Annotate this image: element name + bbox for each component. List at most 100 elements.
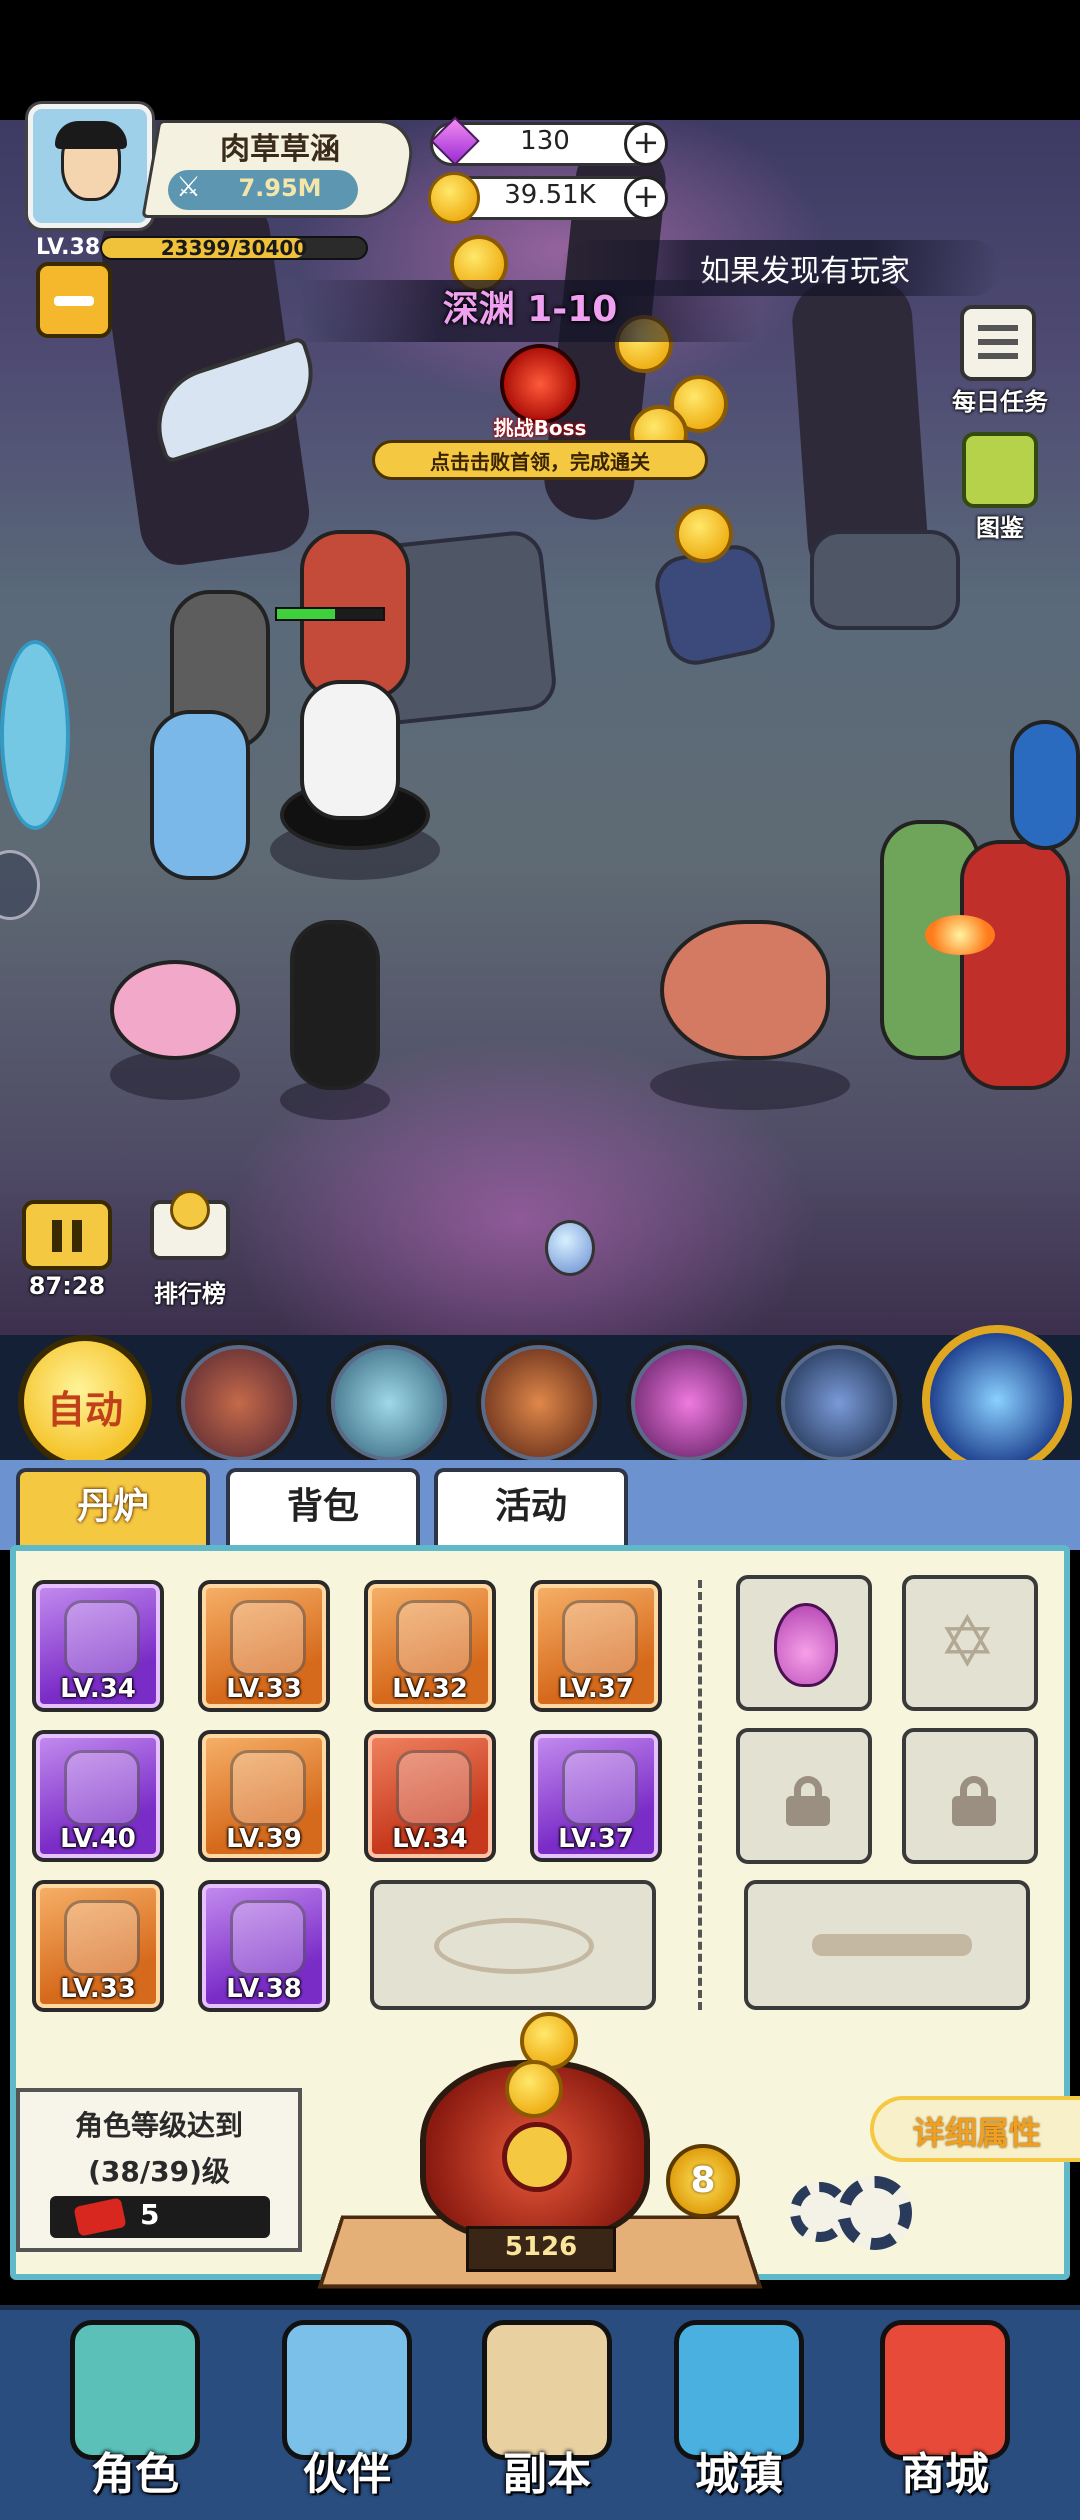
- equipment-slot[interactable]: LV.37: [530, 1730, 662, 1862]
- collapse-button[interactable]: [36, 262, 112, 338]
- nav-character[interactable]: 角色: [50, 2310, 220, 2510]
- enemy-beast: [660, 920, 830, 1060]
- nav-label: 副本: [503, 2449, 591, 2500]
- battle-timer: 87:28: [28, 1272, 106, 1300]
- gold-value: 39.51K: [504, 180, 596, 210]
- skill-tornado-icon[interactable]: [476, 1340, 602, 1466]
- rock: [810, 530, 960, 630]
- equipment-level: LV.37: [558, 1674, 634, 1704]
- requirement-value: (38/39)级: [88, 2155, 230, 2188]
- add-gems-button[interactable]: +: [624, 122, 668, 166]
- tab-furnace[interactable]: 丹炉: [16, 1468, 210, 1546]
- detail-attributes-label: 详细属性: [912, 2114, 1041, 2152]
- bracelet-icon: [64, 1900, 140, 1976]
- equipment-level: LV.33: [60, 1974, 136, 2004]
- nav-shop[interactable]: 商城: [860, 2310, 1030, 2510]
- equipment-slot[interactable]: LV.34: [32, 1580, 164, 1712]
- ally-hp-bar: [275, 607, 385, 621]
- nav-partner[interactable]: 伙伴: [262, 2310, 432, 2510]
- tab-activity[interactable]: 活动: [434, 1468, 628, 1546]
- gold-coin: [505, 2060, 563, 2118]
- player-name: 肉草草涵: [220, 132, 340, 167]
- clipboard-icon[interactable]: [960, 305, 1036, 381]
- weapon-slot[interactable]: [744, 1880, 1030, 2010]
- nav-label: 城镇: [695, 2449, 783, 2500]
- furnace-level: 5126: [504, 2232, 578, 2262]
- tab-backpack[interactable]: 背包: [226, 1468, 420, 1546]
- spirit-orb: [545, 1220, 595, 1276]
- skill-dragon-icon[interactable]: [326, 1340, 452, 1466]
- equipment-level: LV.37: [558, 1824, 634, 1854]
- locked-slot[interactable]: [902, 1728, 1038, 1864]
- equipment-slot[interactable]: LV.39: [198, 1730, 330, 1862]
- ticket-count: 5: [140, 2198, 160, 2231]
- talisman-slot[interactable]: [370, 1880, 656, 2010]
- nav-label: 商城: [901, 2449, 989, 2500]
- gear-icon[interactable]: [838, 2176, 912, 2250]
- lock-icon: [786, 1776, 830, 1826]
- equipment-slot[interactable]: LV.32: [364, 1580, 496, 1712]
- enemy-mage: [1010, 720, 1080, 850]
- equipment-level: LV.34: [60, 1674, 136, 1704]
- skill-slash-icon[interactable]: [626, 1340, 752, 1466]
- add-gold-button[interactable]: +: [624, 176, 668, 220]
- pending-count: 8: [690, 2160, 716, 2201]
- status-bar: [0, 0, 1080, 120]
- pending-badge[interactable]: 8: [666, 2144, 740, 2218]
- equipment-level: LV.33: [226, 1674, 302, 1704]
- auto-battle-button[interactable]: 自动: [18, 1335, 152, 1469]
- equipment-slot[interactable]: LV.38: [198, 1880, 330, 2012]
- detail-attributes-button[interactable]: 详细属性: [870, 2096, 1080, 2162]
- crystal-armor-icon: [396, 1600, 472, 1676]
- equipment-level: LV.32: [392, 1674, 468, 1704]
- equipment-slot[interactable]: LV.37: [530, 1580, 662, 1712]
- pause-button[interactable]: [22, 1200, 112, 1270]
- spear-icon: [64, 1600, 140, 1676]
- gold-coin: [675, 505, 733, 563]
- nav-town[interactable]: 城镇: [654, 2310, 824, 2510]
- lightning-effect: [0, 640, 70, 830]
- equipment-level: LV.38: [226, 1974, 302, 2004]
- nav-dungeon[interactable]: 副本: [462, 2310, 632, 2510]
- exp-value: 23399/30400: [160, 236, 308, 260]
- gold-coin-icon: [428, 172, 480, 224]
- equipment-slot[interactable]: LV.40: [32, 1730, 164, 1862]
- daily-tasks-label[interactable]: 每日任务: [940, 382, 1060, 417]
- gem-value: 130: [520, 126, 570, 156]
- gourd-slot[interactable]: [736, 1575, 872, 1711]
- equipment-slot[interactable]: LV.34: [364, 1730, 496, 1862]
- equipment-slot[interactable]: LV.33: [32, 1880, 164, 2012]
- exp-bar: 23399/30400: [100, 236, 368, 260]
- skill-beast-icon[interactable]: [176, 1340, 302, 1466]
- equipment-level: LV.40: [60, 1824, 136, 1854]
- locked-slot[interactable]: [736, 1728, 872, 1864]
- ranking-label[interactable]: 排行榜: [130, 1274, 250, 1309]
- power-value: 7.95M: [238, 174, 322, 202]
- hexagram-icon: ✡: [938, 1601, 997, 1683]
- boots-icon: [230, 1900, 306, 1976]
- shield-icon: [230, 1750, 306, 1826]
- codex-label[interactable]: 图鉴: [940, 508, 1060, 543]
- skill-lightning-icon[interactable]: [776, 1340, 902, 1466]
- player-level: LV.38: [36, 235, 101, 260]
- player-avatar[interactable]: [28, 104, 152, 228]
- necklace-icon: [396, 1750, 472, 1826]
- ranking-trophy-icon[interactable]: [140, 1190, 240, 1270]
- challenge-boss-label[interactable]: 挑战Boss: [470, 412, 610, 441]
- hexagram-slot[interactable]: ✡: [902, 1575, 1038, 1711]
- codex-book-icon[interactable]: [962, 432, 1038, 508]
- scroll-icon: [230, 1600, 306, 1676]
- enemy-boss: [960, 840, 1070, 1090]
- panel-divider: [698, 1580, 702, 2010]
- equipment-level: LV.34: [392, 1824, 468, 1854]
- nav-label: 伙伴: [303, 2449, 391, 2500]
- equipment-level: LV.39: [226, 1824, 302, 1854]
- ally-monk: [110, 960, 240, 1060]
- equipment-slot[interactable]: LV.33: [198, 1580, 330, 1712]
- weapon-silhouette-icon: [812, 1934, 972, 1956]
- auto-label: 自动: [46, 1388, 123, 1432]
- fire-breath-effect: [925, 915, 995, 955]
- red-orb-icon: [562, 1750, 638, 1826]
- skill-ultimate-icon[interactable]: [922, 1325, 1072, 1475]
- lock-icon: [952, 1776, 996, 1826]
